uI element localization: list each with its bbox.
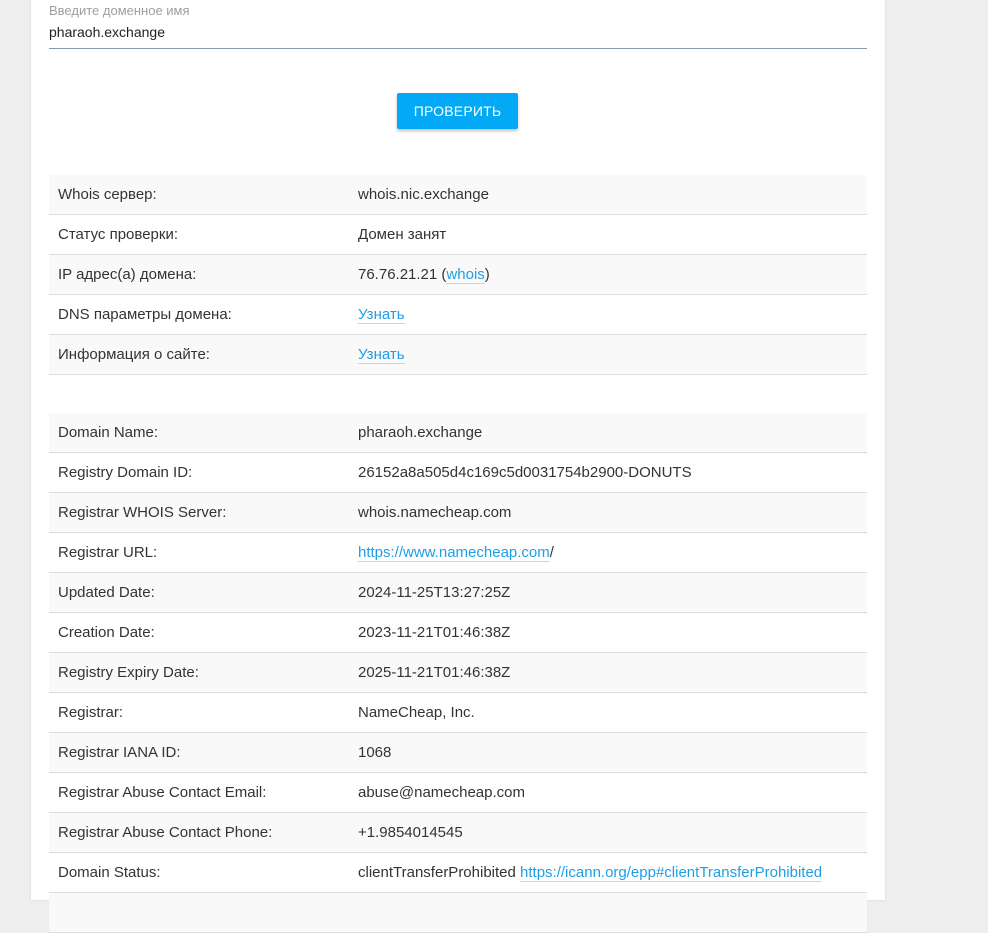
table-row: Информация о сайте: Узнать [49,334,867,375]
table-row: Creation Date: 2023-11-21T01:46:38Z [49,612,867,653]
table-row: Domain Status: clientTransferProhibited … [49,852,867,893]
table-row: IP адрес(а) домена: 76.76.21.21 (whois) [49,254,867,295]
row-value: 2024-11-25T13:27:25Z [349,572,867,613]
table-row: Whois сервер: whois.nic.exchange [49,175,867,215]
whois-record-table: Domain Name: pharaoh.exchange Registry D… [49,413,867,933]
domain-field: Введите доменное имя [49,0,867,49]
table-row: Registrar Abuse Contact Phone: +1.985401… [49,812,867,853]
paren-close: ) [484,266,490,283]
registrar-url-link[interactable]: https://www.namecheap.com [358,544,550,562]
table-row: DNS параметры домена: Узнать [49,294,867,335]
row-key: Registrar: [49,692,349,733]
row-key: Registry Expiry Date: [49,652,349,693]
table-row: Статус проверки: Домен занят [49,214,867,255]
row-value: 2023-11-21T01:46:38Z [349,612,867,653]
check-results-table: Whois сервер: whois.nic.exchange Статус … [49,175,867,375]
table-row: Registry Domain ID: 26152a8a505d4c169c5d… [49,452,867,493]
ip-address: 76.76.21.21 [358,266,438,283]
table-row: Registrar IANA ID: 1068 [49,732,867,773]
row-value: pharaoh.exchange [349,413,867,453]
row-key: Creation Date: [49,612,349,653]
dns-info-link[interactable]: Узнать [358,306,405,324]
row-key: Registrar WHOIS Server: [49,492,349,533]
row-key: Registrar URL: [49,532,349,573]
row-key: Whois сервер: [49,175,349,215]
row-key: Информация о сайте: [49,334,349,375]
table-row: Registrar: NameCheap, Inc. [49,692,867,733]
row-value: whois.namecheap.com [349,492,867,533]
row-value: +1.9854014545 [349,812,867,853]
table-row: Registrar URL: https://www.namecheap.com… [49,532,867,573]
row-key: Updated Date: [49,572,349,613]
url-suffix: / [549,544,554,561]
row-key: Registrar IANA ID: [49,732,349,773]
check-button[interactable]: ПРОВЕРИТЬ [397,93,518,129]
row-value: Узнать [349,334,867,375]
table-row: Registrar Abuse Contact Email: abuse@nam… [49,772,867,813]
domain-field-label: Введите доменное имя [49,3,190,18]
row-value: 2025-11-21T01:46:38Z [349,652,867,693]
row-value: abuse@namecheap.com [349,772,867,813]
row-value [349,892,867,933]
row-value: Узнать [349,294,867,335]
row-key: Registry Domain ID: [49,452,349,493]
row-key: Domain Name: [49,413,349,453]
row-key: Статус проверки: [49,214,349,255]
row-value: https://www.namecheap.com/ [349,532,867,573]
domain-status-link[interactable]: https://icann.org/epp#clientTransferProh… [520,864,823,882]
domain-status-text: clientTransferProhibited [358,864,521,881]
table-row: Domain Name: pharaoh.exchange [49,413,867,453]
site-info-link[interactable]: Узнать [358,346,405,364]
row-value: NameCheap, Inc. [349,692,867,733]
row-value: clientTransferProhibited https://icann.o… [349,852,867,893]
table-row: Registry Expiry Date: 2025-11-21T01:46:3… [49,652,867,693]
ip-whois-link[interactable]: whois [446,266,485,284]
row-value: 1068 [349,732,867,773]
domain-input[interactable] [49,24,867,40]
row-value: whois.nic.exchange [349,175,867,215]
row-key: DNS параметры домена: [49,294,349,335]
row-key: Registrar Abuse Contact Phone: [49,812,349,853]
row-key [49,892,349,933]
row-key: Domain Status: [49,852,349,893]
row-value: 26152a8a505d4c169c5d0031754b2900-DONUTS [349,452,867,493]
row-key: Registrar Abuse Contact Email: [49,772,349,813]
whois-card: Введите доменное имя ПРОВЕРИТЬ Whois сер… [31,0,885,933]
table-row: Registrar WHOIS Server: whois.namecheap.… [49,492,867,533]
table-row: Updated Date: 2024-11-25T13:27:25Z [49,572,867,613]
row-value: Домен занят [349,214,867,255]
row-value: 76.76.21.21 (whois) [349,254,867,295]
table-row [49,892,867,933]
row-key: IP адрес(а) домена: [49,254,349,295]
